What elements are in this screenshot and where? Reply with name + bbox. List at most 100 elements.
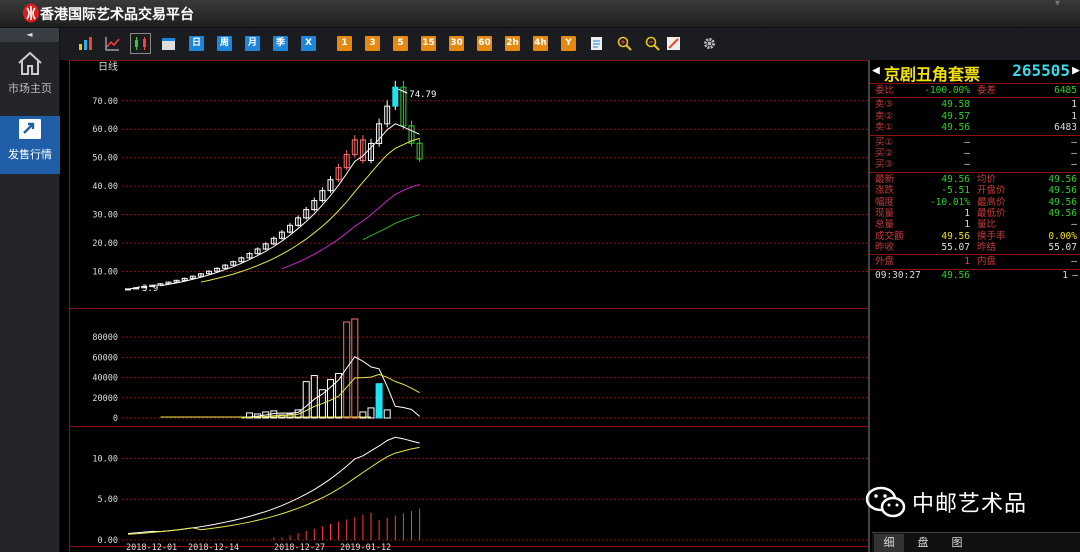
bid-row: 买③ — — (870, 159, 1080, 170)
indicator-line-yellow (127, 446, 420, 535)
stat-row: 幅度 -10.01% 最高价 49.56 (870, 197, 1080, 208)
period-x-button[interactable]: X (301, 36, 316, 51)
period-month-button[interactable]: 月 (245, 36, 260, 51)
ask-qty: 6483 (1054, 122, 1077, 134)
volume-bar (302, 381, 310, 419)
period-year-button[interactable]: Y (561, 36, 576, 51)
outer-value: 1 (964, 256, 970, 268)
stock-header: ◀ 京剧丑角套票 265505 ▶ (870, 60, 1080, 84)
period-4h-button[interactable]: 4h (533, 36, 548, 51)
stat-label: 涨跌 (875, 185, 895, 197)
stat-value: 49.56 (1048, 196, 1077, 208)
calendar-icon[interactable] (161, 36, 176, 51)
volume-bar (351, 318, 359, 419)
y-tick-label: 60000 (92, 353, 118, 363)
period-week-button[interactable]: 周 (217, 36, 232, 51)
stat-row: 现量 1 最低价 49.56 (870, 208, 1080, 219)
ma-line-yellow (200, 137, 420, 283)
volume-bar (310, 375, 318, 419)
stat-value: 49.56 (1048, 207, 1077, 219)
stat-label: 总量 (875, 219, 895, 231)
stat-label: 昨结 (977, 242, 997, 254)
stat-label: 换手率 (977, 230, 1006, 242)
weibi-row: 委比 -100.00% 委差 6485 (870, 85, 1080, 96)
y-tick-label: 50.00 (92, 154, 118, 164)
line-chart-icon[interactable] (105, 36, 120, 51)
indicator-line-white (127, 436, 420, 535)
period-3min-button[interactable]: 3 (365, 36, 380, 51)
bid-qty: — (1071, 159, 1077, 171)
stat-value: 49.56 (1048, 173, 1077, 185)
zoom-out-icon[interactable] (645, 36, 660, 51)
zoom-in-icon[interactable] (617, 36, 632, 51)
period-60min-button[interactable]: 60 (477, 36, 492, 51)
stat-row: 总量 1 量比 — (870, 219, 1080, 230)
ask-qty: 1 (1071, 110, 1077, 122)
y-tick-label: 40000 (92, 374, 118, 384)
x-tick-label: 2018-12-01 (126, 543, 177, 552)
candle (392, 86, 399, 107)
bid-price: — (964, 136, 970, 148)
stat-value: 49.56 (941, 173, 970, 185)
ma-line-green (362, 214, 420, 241)
tab-book[interactable]: 盘 (908, 534, 938, 552)
stat-value: 49.56 (1048, 185, 1077, 197)
outer-inner-row: 外盘 1 内盘 — (870, 256, 1080, 267)
y-tick-label: 70.00 (92, 97, 118, 107)
bar-chart-icon[interactable] (78, 36, 93, 51)
prev-stock-icon[interactable]: ◀ (872, 63, 880, 78)
ask-price: 49.58 (941, 99, 970, 111)
sidebar-item-market[interactable]: 发售行情 (0, 116, 60, 174)
ask-qty: 1 (1071, 99, 1077, 111)
sidebar-item-home[interactable]: 市场主页 (0, 50, 60, 108)
period-30min-button[interactable]: 30 (449, 36, 464, 51)
tab-chart[interactable]: 图 (942, 534, 972, 552)
volume-bar (383, 409, 391, 419)
stat-row: 成交额 49.56 换手率 0.00% (870, 231, 1080, 242)
stat-label: 最低价 (977, 207, 1006, 219)
note-icon[interactable] (589, 36, 604, 51)
kline-chart[interactable]: 日线 70.00 60.00 50.00 40.00 30.00 20.00 10.00 74.… (70, 60, 869, 552)
period-5min-button[interactable]: 5 (393, 36, 408, 51)
bid-qty: — (1071, 147, 1077, 159)
bids-section: 买① — — 买② — — 买③ — — (870, 136, 1080, 173)
stat-label: 幅度 (875, 196, 895, 208)
period-15min-button[interactable]: 15 (421, 36, 436, 51)
menu-caret-icon[interactable]: ▾ (1055, 0, 1060, 9)
stat-row: 昨收 55.07 昨结 55.07 (870, 242, 1080, 253)
stat-label: 均价 (977, 173, 997, 185)
weicha-label: 委差 (977, 85, 997, 96)
candlestick-icon[interactable] (130, 33, 151, 54)
gear-icon[interactable] (702, 36, 717, 51)
bid-row: 买② — — (870, 148, 1080, 159)
ask-label: 卖① (875, 122, 894, 134)
home-icon (18, 51, 42, 75)
stats-section: 最新 49.56 均价 49.56 涨跌 -5.51 开盘价 49.56 幅度 … (870, 173, 1080, 256)
period-1min-button[interactable]: 1 (337, 36, 352, 51)
ask-price: 49.57 (941, 110, 970, 122)
stat-value: 55.07 (1048, 242, 1077, 254)
period-2h-button[interactable]: 2h (505, 36, 520, 51)
stock-code: 265505 (1012, 61, 1070, 80)
sidebar-collapse-button[interactable]: ◄ (0, 28, 59, 42)
stat-value: 49.56 (941, 230, 970, 242)
tick-direction: — (1072, 269, 1078, 281)
stat-label: 昨收 (875, 242, 895, 254)
tick-row: 09:30:27 49.56 1 — (870, 270, 1080, 282)
chart-area[interactable]: 日线 70.00 60.00 50.00 40.00 30.00 20.00 10.00 74.… (69, 60, 869, 552)
period-day-button[interactable]: 日 (189, 36, 204, 51)
tick-qty: 1 (1062, 269, 1068, 281)
y-tick-label: 40.00 (92, 182, 118, 192)
stock-name: 京剧丑角套票 (884, 65, 981, 84)
weibi-label: 委比 (875, 85, 895, 96)
period-quarter-button[interactable]: 季 (273, 36, 288, 51)
stat-row: 涨跌 -5.51 开盘价 49.56 (870, 185, 1080, 196)
bid-price: — (964, 147, 970, 159)
tab-detail[interactable]: 细 (874, 534, 904, 552)
stat-value: 55.07 (941, 242, 970, 254)
detail-tabs: 细 盘 图 (872, 532, 1080, 552)
volume-bar (343, 321, 351, 419)
draw-icon[interactable] (666, 36, 681, 51)
next-stock-icon[interactable]: ▶ (1072, 63, 1080, 78)
stat-label: 现量 (875, 207, 895, 219)
